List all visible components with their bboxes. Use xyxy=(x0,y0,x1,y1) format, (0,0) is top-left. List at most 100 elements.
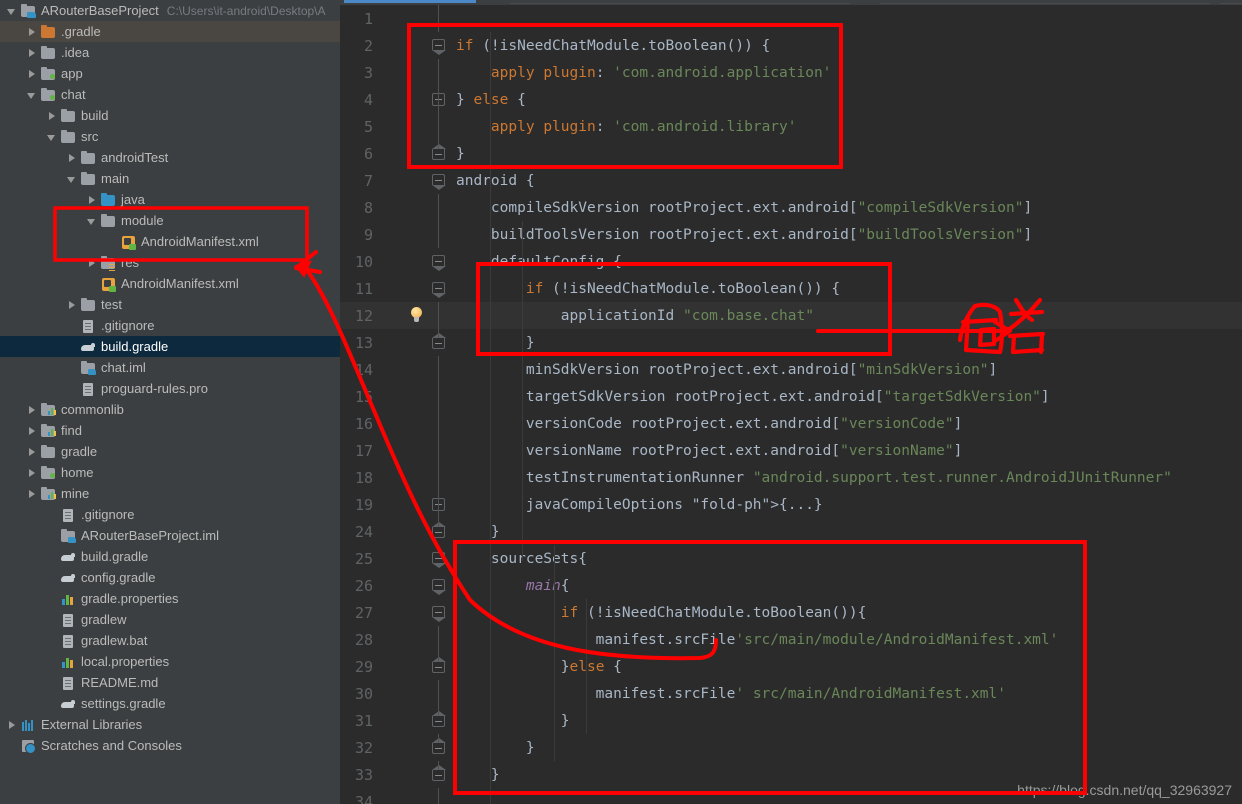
gutter-icons[interactable] xyxy=(382,464,454,491)
code-line[interactable]: 10 defaultConfig { xyxy=(340,248,1242,275)
code-line[interactable]: 29 }else { xyxy=(340,653,1242,680)
code-line[interactable]: 25 sourceSets{ xyxy=(340,545,1242,572)
gutter-icons[interactable] xyxy=(382,32,454,59)
code-line[interactable]: 19 javaCompileOptions "fold-ph">{...} xyxy=(340,491,1242,518)
chevron-right-icon[interactable] xyxy=(26,446,38,458)
fold-marker-collapse-icon[interactable] xyxy=(432,606,446,622)
gutter-icons[interactable] xyxy=(382,437,454,464)
tree-row-readme-md[interactable]: README.md xyxy=(0,672,340,693)
chevron-right-icon[interactable] xyxy=(86,257,98,269)
code-line[interactable]: 6} xyxy=(340,140,1242,167)
gutter-icons[interactable] xyxy=(382,599,454,626)
gutter-icons[interactable] xyxy=(382,356,454,383)
code-line[interactable]: 4} else { xyxy=(340,86,1242,113)
gutter-icons[interactable] xyxy=(382,221,454,248)
chevron-right-icon[interactable] xyxy=(26,47,38,59)
code-line[interactable]: 27 if (!isNeedChatModule.toBoolean()){ xyxy=(340,599,1242,626)
gutter-icons[interactable] xyxy=(382,761,454,788)
tree-row-module[interactable]: module xyxy=(0,210,340,231)
tree-row-mine[interactable]: mine xyxy=(0,483,340,504)
gutter-icons[interactable] xyxy=(382,167,454,194)
tree-row-proguard-rules-pro[interactable]: proguard-rules.pro xyxy=(0,378,340,399)
gutter-icons[interactable] xyxy=(382,275,454,302)
tree-row-build-gradle[interactable]: build.gradle xyxy=(0,336,340,357)
chevron-down-icon[interactable] xyxy=(66,173,78,185)
code-line[interactable]: 16 versionCode rootProject.ext.android["… xyxy=(340,410,1242,437)
tree-row-arouterbaseproject[interactable]: ARouterBaseProject C:\Users\it-android\De… xyxy=(0,0,340,21)
gutter-icons[interactable] xyxy=(382,680,454,707)
code-lines-container[interactable]: 1 2 if (!isNeedChatModule.toBoolean()) {3 … xyxy=(340,5,1242,804)
tree-row--idea[interactable]: .idea xyxy=(0,42,340,63)
gutter-icons[interactable] xyxy=(382,248,454,275)
tree-row-main[interactable]: main xyxy=(0,168,340,189)
fold-marker-end-icon[interactable] xyxy=(432,711,446,727)
gutter-icons[interactable] xyxy=(382,518,454,545)
gutter-icons[interactable] xyxy=(382,788,454,804)
tree-row-chat[interactable]: chat xyxy=(0,84,340,105)
tree-row-build[interactable]: build xyxy=(0,105,340,126)
tree-row-build-gradle[interactable]: build.gradle xyxy=(0,546,340,567)
gutter-icons[interactable] xyxy=(382,410,454,437)
code-line[interactable]: 24 } xyxy=(340,518,1242,545)
code-line[interactable]: 14 minSdkVersion rootProject.ext.android… xyxy=(340,356,1242,383)
code-line[interactable]: 30 manifest.srcFile' src/main/AndroidMan… xyxy=(340,680,1242,707)
code-line[interactable]: 18 testInstrumentationRunner "android.su… xyxy=(340,464,1242,491)
code-line[interactable]: 2 if (!isNeedChatModule.toBoolean()) { xyxy=(340,32,1242,59)
code-line[interactable]: 11 if (!isNeedChatModule.toBoolean()) { xyxy=(340,275,1242,302)
tree-row-arouterbaseproject-iml[interactable]: ARouterBaseProject.iml xyxy=(0,525,340,546)
code-line[interactable]: 32 } xyxy=(340,734,1242,761)
chevron-right-icon[interactable] xyxy=(26,488,38,500)
chevron-right-icon[interactable] xyxy=(66,299,78,311)
gutter-icons[interactable] xyxy=(382,194,454,221)
code-line[interactable]: 26 main{ xyxy=(340,572,1242,599)
tree-row--gradle[interactable]: .gradle xyxy=(0,21,340,42)
gutter-icons[interactable] xyxy=(382,653,454,680)
tree-row-chat-iml[interactable]: chat.iml xyxy=(0,357,340,378)
tree-row-res[interactable]: res xyxy=(0,252,340,273)
tree-row-scratches-and-consoles[interactable]: Scratches and Consoles xyxy=(0,735,340,756)
tree-row-app[interactable]: app xyxy=(0,63,340,84)
code-line[interactable]: 28 manifest.srcFile'src/main/module/Andr… xyxy=(340,626,1242,653)
tree-row-gradlew[interactable]: gradlew xyxy=(0,609,340,630)
tree-row-gradle-properties[interactable]: gradle.properties xyxy=(0,588,340,609)
fold-marker-collapse-icon[interactable] xyxy=(432,552,446,568)
intention-bulb-icon[interactable] xyxy=(410,307,423,323)
chevron-down-icon[interactable] xyxy=(26,89,38,101)
fold-marker-collapse-icon[interactable] xyxy=(432,255,446,271)
code-line[interactable]: 31 } xyxy=(340,707,1242,734)
code-line[interactable]: 13 } xyxy=(340,329,1242,356)
code-line[interactable]: 17 versionName rootProject.ext.android["… xyxy=(340,437,1242,464)
chevron-right-icon[interactable] xyxy=(26,467,38,479)
tree-row-external-libraries[interactable]: External Libraries xyxy=(0,714,340,735)
gutter-icons[interactable] xyxy=(382,59,454,86)
tree-row-androidtest[interactable]: androidTest xyxy=(0,147,340,168)
tree-row-gradle[interactable]: gradle xyxy=(0,441,340,462)
code-line[interactable]: 5 apply plugin: 'com.android.library' xyxy=(340,113,1242,140)
fold-marker-collapse-icon[interactable] xyxy=(432,579,446,595)
chevron-down-icon[interactable] xyxy=(6,5,18,17)
code-line[interactable]: 8 compileSdkVersion rootProject.ext.andr… xyxy=(340,194,1242,221)
code-line[interactable]: 9 buildToolsVersion rootProject.ext.andr… xyxy=(340,221,1242,248)
gutter-icons[interactable] xyxy=(382,329,454,356)
tree-row--gitignore[interactable]: .gitignore xyxy=(0,315,340,336)
tree-row-test[interactable]: test xyxy=(0,294,340,315)
fold-marker-end-icon[interactable] xyxy=(432,765,446,781)
tree-row-androidmanifest-xml[interactable]: AndroidManifest.xml xyxy=(0,231,340,252)
gutter-icons[interactable] xyxy=(382,491,454,518)
code-line[interactable]: 12 applicationId "com.base.chat" xyxy=(340,302,1242,329)
tree-row-home[interactable]: home xyxy=(0,462,340,483)
fold-marker-end-icon[interactable] xyxy=(432,522,446,538)
gutter-icons[interactable] xyxy=(382,572,454,599)
tree-row--gitignore[interactable]: .gitignore xyxy=(0,504,340,525)
chevron-right-icon[interactable] xyxy=(26,404,38,416)
chevron-right-icon[interactable] xyxy=(46,110,58,122)
fold-marker-collapse-icon[interactable] xyxy=(432,39,446,55)
code-line[interactable]: 7 android { xyxy=(340,167,1242,194)
tree-row-commonlib[interactable]: commonlib xyxy=(0,399,340,420)
tree-row-java[interactable]: java xyxy=(0,189,340,210)
code-line[interactable]: 3 apply plugin: 'com.android.application… xyxy=(340,59,1242,86)
tree-row-find[interactable]: find xyxy=(0,420,340,441)
chevron-right-icon[interactable] xyxy=(26,68,38,80)
gutter-icons[interactable] xyxy=(382,383,454,410)
fold-marker-end-icon[interactable] xyxy=(432,657,446,673)
